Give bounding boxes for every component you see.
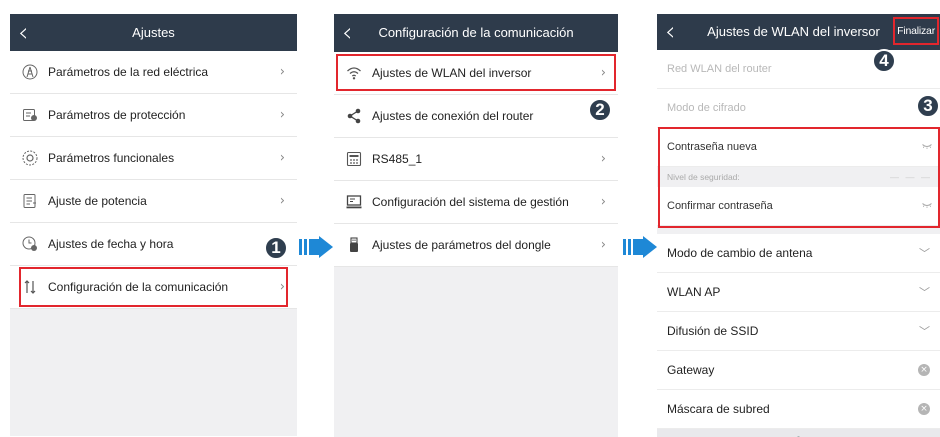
communication-list: Ajustes de WLAN del inversor › Ajustes d… (334, 52, 618, 267)
menu-item-protection-params[interactable]: Parámetros de protección › (10, 94, 297, 137)
inverter-wlan-screen: ‹ Ajustes de WLAN del inversor Finalizar… (657, 14, 940, 437)
back-button[interactable]: ‹ (342, 14, 352, 52)
row-label: Máscara de subred (667, 402, 770, 416)
finish-button[interactable]: Finalizar (893, 17, 939, 45)
scroll-handle[interactable]: ︿ (657, 429, 940, 437)
menu-item-label: Ajustes de parámetros del dongle (372, 238, 551, 252)
menu-item-dongle-params[interactable]: Ajustes de parámetros del dongle › (334, 224, 618, 267)
chevron-right-icon: › (279, 279, 285, 295)
chevron-down-icon: ﹀ (919, 247, 930, 260)
header-bar: ‹ Ajustes (10, 14, 297, 51)
clear-icon[interactable]: × (918, 403, 930, 415)
menu-item-grid-params[interactable]: Parámetros de la red eléctrica › (10, 51, 297, 94)
antenna-mode-row[interactable]: Modo de cambio de antena ﹀ (657, 234, 940, 273)
section-divider (657, 226, 940, 234)
power-doc-icon (21, 192, 39, 210)
field-label: Modo de cifrado (667, 102, 746, 114)
empty-area (334, 267, 618, 437)
subnet-mask-field[interactable]: Máscara de subred × (657, 390, 940, 429)
gateway-field[interactable]: Gateway × (657, 351, 940, 390)
menu-item-communication-config[interactable]: Configuración de la comunicación › (10, 266, 297, 309)
monitor-icon (345, 193, 363, 211)
clock-gear-icon (21, 235, 39, 253)
menu-item-label: Configuración del sistema de gestión (372, 195, 569, 209)
chevron-down-icon: ﹀ (919, 286, 930, 299)
page-title: Ajustes de WLAN del inversor (707, 24, 880, 40)
menu-item-label: Ajuste de potencia (48, 194, 147, 208)
field-label: Confirmar contraseña (667, 200, 773, 212)
clear-icon[interactable]: × (918, 364, 930, 376)
dongle-icon (345, 236, 363, 254)
step-badge-3: 3 (916, 94, 940, 118)
menu-item-functional-params[interactable]: Parámetros funcionales › (10, 137, 297, 180)
arrow-right-icon (299, 236, 333, 258)
rs485-icon (345, 150, 363, 168)
wlan-ap-row[interactable]: WLAN AP ﹀ (657, 273, 940, 312)
menu-item-label: Configuración de la comunicación (48, 280, 229, 294)
confirm-password-field[interactable]: Confirmar contraseña (657, 187, 940, 226)
communication-config-screen: ‹ Configuración de la comunicación Ajust… (334, 14, 618, 437)
menu-item-label: Parámetros de protección (48, 108, 186, 122)
arrow-right-icon (623, 236, 657, 258)
menu-item-router-connection[interactable]: Ajustes de conexión del router (334, 95, 618, 138)
chevron-right-icon: › (600, 151, 606, 167)
eye-hidden-icon[interactable] (922, 142, 932, 153)
empty-area (10, 309, 297, 436)
share-icon (345, 107, 363, 125)
router-wlan-field[interactable]: Red WLAN del router (657, 50, 940, 89)
strength-meter: — — — (889, 172, 932, 182)
row-label: WLAN AP (667, 285, 721, 299)
chevron-right-icon: › (600, 237, 606, 253)
ssid-broadcast-row[interactable]: Difusión de SSID ﹀ (657, 312, 940, 351)
chevron-right-icon: › (279, 193, 285, 209)
page-title: Ajustes (132, 24, 175, 40)
menu-item-label: Parámetros de la red eléctrica (48, 65, 209, 79)
menu-item-date-time[interactable]: Ajustes de fecha y hora (10, 223, 297, 266)
chevron-up-icon: ︿ (793, 431, 804, 437)
grid-tower-icon (21, 63, 39, 81)
menu-item-inverter-wlan[interactable]: Ajustes de WLAN del inversor › (334, 52, 618, 95)
menu-item-label: RS485_1 (372, 152, 423, 166)
step-badge-2: 2 (588, 98, 612, 122)
field-label: Contraseña nueva (667, 141, 757, 153)
chevron-right-icon: › (600, 65, 606, 81)
chevron-down-icon: ﹀ (919, 325, 930, 338)
settings-screen: ‹ Ajustes Parámetros de la red eléctrica… (10, 14, 297, 437)
menu-item-label: Ajustes de fecha y hora (48, 237, 174, 251)
header-bar: ‹ Ajustes de WLAN del inversor Finalizar (657, 14, 940, 50)
security-level: Nivel de seguridad: — — — (657, 167, 940, 187)
chevron-right-icon: › (279, 150, 285, 166)
row-label: Modo de cambio de antena (667, 246, 813, 260)
menu-item-management-system[interactable]: Configuración del sistema de gestión › (334, 181, 618, 224)
protection-icon (21, 106, 39, 124)
chevron-right-icon: › (279, 107, 285, 123)
chevron-right-icon: › (600, 194, 606, 210)
eye-hidden-icon[interactable] (922, 201, 932, 212)
menu-item-label: Ajustes de WLAN del inversor (372, 66, 532, 80)
cipher-mode-field[interactable]: Modo de cifrado (657, 89, 940, 128)
back-button[interactable]: ‹ (665, 14, 675, 50)
menu-item-label: Parámetros funcionales (48, 151, 175, 165)
row-label: Gateway (667, 363, 715, 377)
sort-arrows-icon (21, 278, 39, 296)
wifi-icon (345, 64, 363, 82)
menu-item-rs485[interactable]: RS485_1 › (334, 138, 618, 181)
field-label: Red WLAN del router (667, 63, 772, 75)
step-badge-1: 1 (264, 236, 288, 260)
security-level-label: Nivel de seguridad: (667, 172, 740, 182)
chevron-right-icon: › (279, 64, 285, 80)
back-button[interactable]: ‹ (18, 14, 28, 51)
settings-list: Parámetros de la red eléctrica › Parámet… (10, 51, 297, 309)
row-label: Difusión de SSID (667, 324, 759, 338)
menu-item-label: Ajustes de conexión del router (372, 109, 534, 123)
menu-item-power-adjust[interactable]: Ajuste de potencia › (10, 180, 297, 223)
gear-circle-icon (21, 149, 39, 167)
header-bar: ‹ Configuración de la comunicación (334, 14, 618, 52)
step-badge-4: 4 (872, 49, 896, 73)
new-password-field[interactable]: Contraseña nueva (657, 128, 940, 167)
page-title: Configuración de la comunicación (378, 25, 574, 41)
